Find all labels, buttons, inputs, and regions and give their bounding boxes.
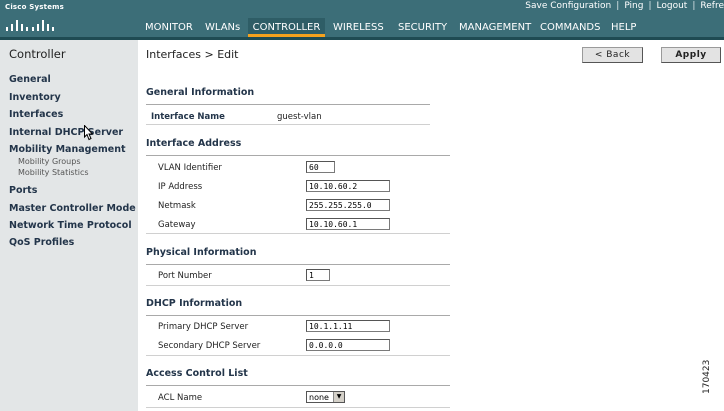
link-separator: | <box>692 1 696 11</box>
menu-help[interactable]: HELP <box>611 18 636 37</box>
section-divider <box>146 315 450 316</box>
section-divider <box>146 264 450 265</box>
acl-name-selected-value: none <box>309 393 329 402</box>
primary-dhcp-server-field[interactable]: 10.1.1.11 <box>306 320 390 332</box>
save-configuration-link[interactable]: Save Configuration <box>525 1 611 11</box>
secondary-dhcp-server-label: Secondary DHCP Server <box>158 341 261 351</box>
acl-name-select[interactable]: none ▼ <box>306 391 345 403</box>
port-number-label: Port Number <box>158 271 212 281</box>
secondary-dhcp-server-field[interactable]: 0.0.0.0 <box>306 339 390 351</box>
logout-link[interactable]: Logout <box>657 1 688 11</box>
chevron-down-icon[interactable]: ▼ <box>333 392 344 402</box>
access-control-list-heading: Access Control List <box>146 368 248 379</box>
sidebar-item-inventory[interactable]: Inventory <box>9 92 61 103</box>
netmask-label: Netmask <box>158 201 196 211</box>
menu-monitor[interactable]: MONITOR <box>145 18 193 37</box>
page-title: Interfaces > Edit <box>146 48 239 61</box>
cisco-logo-text: Cisco Systems <box>5 3 65 11</box>
gateway-label: Gateway <box>158 220 196 230</box>
sidebar-item-network-time-protocol[interactable]: Network Time Protocol <box>9 220 132 231</box>
sidebar-item-ports[interactable]: Ports <box>9 185 37 196</box>
menu-security[interactable]: SECURITY <box>398 18 447 37</box>
sidebar-subitem-mobility-groups[interactable]: Mobility Groups <box>18 157 80 166</box>
sidebar-item-master-controller-mode[interactable]: Master Controller Mode <box>9 203 136 214</box>
row-divider <box>146 407 450 408</box>
menu-controller[interactable]: CONTROLLER <box>248 18 325 37</box>
menu-wireless[interactable]: WIRELESS <box>333 18 384 37</box>
link-separator: | <box>648 1 652 11</box>
section-divider <box>146 385 450 386</box>
row-divider <box>146 285 450 286</box>
refresh-link[interactable]: Refre <box>700 1 724 11</box>
primary-dhcp-server-label: Primary DHCP Server <box>158 322 249 332</box>
row-divider <box>146 233 450 234</box>
link-separator: | <box>616 1 620 11</box>
ip-address-label: IP Address <box>158 182 203 192</box>
menu-management[interactable]: MANAGEMENT <box>459 18 531 37</box>
general-information-heading: General Information <box>146 87 255 98</box>
port-number-field[interactable]: 1 <box>306 269 330 281</box>
figure-id: 170423 <box>702 359 712 394</box>
interface-name-value: guest-vlan <box>277 112 322 122</box>
sidebar-subitem-mobility-statistics[interactable]: Mobility Statistics <box>18 168 89 177</box>
sidebar-item-qos-profiles[interactable]: QoS Profiles <box>9 237 74 248</box>
header-bar: Cisco Systems Save Configuration | Ping | Lo… <box>0 0 724 37</box>
sidebar-title: Controller <box>9 47 66 61</box>
netmask-field[interactable]: 255.255.255.0 <box>306 199 390 211</box>
back-button[interactable]: < Back <box>582 47 643 63</box>
apply-button[interactable]: Apply <box>661 47 721 63</box>
section-divider <box>146 104 430 105</box>
menu-commands[interactable]: COMMANDS <box>540 18 600 37</box>
sidebar-item-internal-dhcp-server[interactable]: Internal DHCP Server <box>9 127 123 138</box>
vlan-identifier-field[interactable]: 60 <box>306 161 335 173</box>
sidebar-item-general[interactable]: General <box>9 74 51 85</box>
mouse-cursor-icon <box>84 125 94 141</box>
row-divider <box>146 124 430 125</box>
acl-name-label: ACL Name <box>158 393 203 403</box>
dhcp-information-heading: DHCP Information <box>146 298 243 309</box>
section-divider <box>146 155 450 156</box>
ping-link[interactable]: Ping <box>624 1 643 11</box>
gateway-field[interactable]: 10.10.60.1 <box>306 218 390 230</box>
top-links: Save Configuration | Ping | Logout | Refre <box>525 1 724 11</box>
sidebar-item-mobility-management[interactable]: Mobility Management <box>9 144 126 155</box>
interface-name-label: Interface Name <box>151 112 225 122</box>
row-divider <box>146 355 450 356</box>
ip-address-field[interactable]: 10.10.60.2 <box>306 180 390 192</box>
interface-address-heading: Interface Address <box>146 138 242 149</box>
sidebar-item-interfaces[interactable]: Interfaces <box>9 109 63 120</box>
cisco-logo-icon <box>6 17 58 31</box>
vlan-identifier-label: VLAN Identifier <box>158 163 222 173</box>
sidebar: Controller General Inventory Interfaces … <box>0 40 138 411</box>
physical-information-heading: Physical Information <box>146 247 257 258</box>
menu-wlans[interactable]: WLANs <box>205 18 240 37</box>
